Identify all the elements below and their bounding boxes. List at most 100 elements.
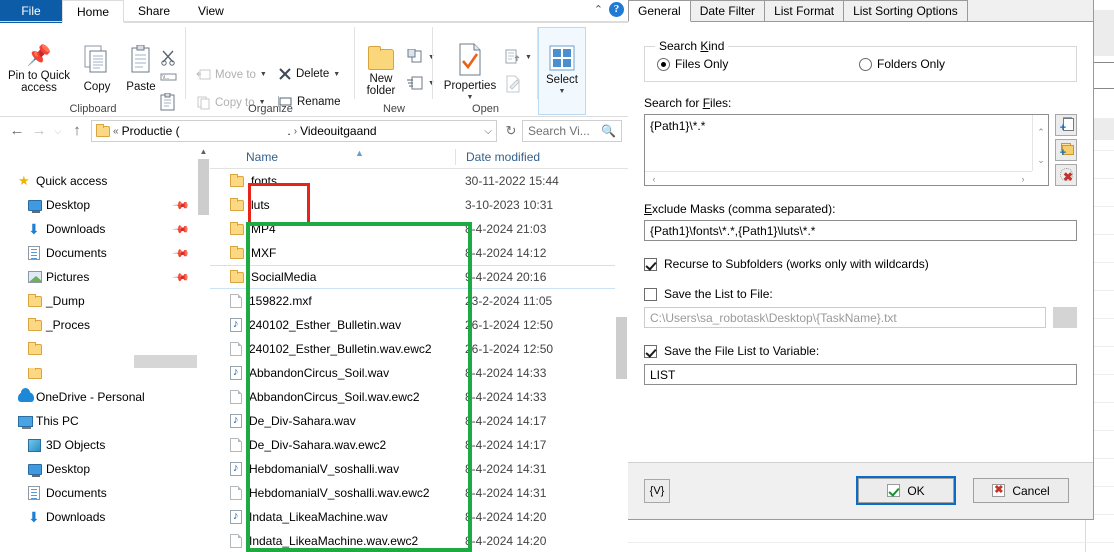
copy-button[interactable]: Copy — [76, 45, 118, 93]
sidebar-item-downloads[interactable]: ⬇Downloads — [0, 505, 210, 529]
save-list-to-file-input[interactable]: C:\Users\sa_robotask\Desktop\{TaskName}.… — [644, 307, 1046, 328]
help-icon[interactable]: ? — [609, 2, 624, 17]
add-file-button[interactable]: + — [1055, 114, 1077, 136]
properties-button[interactable]: Properties ▼ — [435, 43, 505, 104]
ribbon-tab-view[interactable]: View — [184, 0, 238, 23]
nav-hscroll-thumb[interactable] — [0, 355, 134, 368]
ok-button[interactable]: OK — [858, 478, 954, 503]
easy-access-button[interactable]: ▼ — [407, 75, 435, 91]
cancel-button[interactable]: ✖ Cancel — [973, 478, 1069, 503]
file-list-scroll-thumb[interactable] — [616, 317, 627, 379]
search-icon[interactable]: 🔍 — [601, 124, 616, 138]
scroll-right-arrow-icon[interactable]: › — [1016, 172, 1030, 186]
pin-to-quick-access-button[interactable]: 📌 Pin to Quick access — [6, 45, 72, 94]
variable-name-input[interactable]: LIST — [644, 364, 1077, 385]
pin-icon[interactable]: 📌 — [172, 196, 191, 215]
sidebar-item-this-pc[interactable]: This PC — [0, 409, 210, 433]
edit-button[interactable] — [505, 75, 521, 93]
scroll-up-arrow-icon[interactable]: ▲ — [197, 145, 210, 159]
new-folder-button[interactable]: New folder — [357, 45, 405, 97]
chevron-down-icon[interactable]: ▼ — [260, 71, 267, 78]
nav-vertical-scrollbar[interactable]: ▲ — [197, 145, 210, 552]
scroll-up-arrow-icon[interactable]: ⌃ — [1033, 125, 1049, 139]
radio-files-only[interactable]: Files Only — [657, 57, 859, 71]
ribbon-tab-share[interactable]: Share — [124, 0, 184, 23]
chevron-down-icon[interactable]: ▼ — [538, 86, 586, 98]
open-button[interactable]: ▼ — [505, 49, 532, 65]
pin-icon[interactable]: 📌 — [172, 244, 191, 263]
breadcrumb-segment-videouitgaand[interactable]: Videouitgaand — [300, 124, 377, 138]
exclude-masks-input[interactable]: {Path1}\fonts\*.*,{Path1}\luts\*.* — [644, 220, 1077, 241]
tab-list-format[interactable]: List Format — [764, 0, 844, 22]
sidebar-item-dump[interactable]: _Dump — [0, 289, 210, 313]
move-to-button[interactable]: Move to ▼ — [196, 67, 267, 82]
scroll-left-arrow-icon[interactable]: ‹ — [647, 172, 661, 186]
table-row[interactable]: Indata_LikeaMachine.wav8-4-2024 14:20 — [210, 505, 628, 529]
column-header-date-modified[interactable]: Date modified — [455, 149, 540, 165]
save-list-to-variable-checkbox[interactable]: Save the File List to Variable: — [644, 344, 1077, 358]
table-row[interactable]: Indata_LikeaMachine.wav.ewc28-4-2024 14:… — [210, 529, 628, 552]
memo-vertical-scrollbar[interactable]: ⌃ ⌄ — [1032, 115, 1048, 171]
table-row[interactable]: De_Div-Sahara.wav8-4-2024 14:17 — [210, 409, 628, 433]
table-row[interactable]: fonts30-11-2022 15:44 — [210, 169, 628, 193]
table-row[interactable]: SocialMedia9-4-2024 20:16 — [210, 265, 628, 289]
pin-icon[interactable]: 📌 — [172, 268, 191, 287]
radio-files-only-indicator[interactable] — [657, 58, 670, 71]
table-row[interactable]: MP48-4-2024 21:03 — [210, 217, 628, 241]
refresh-button[interactable]: ↻ — [500, 120, 522, 142]
scroll-down-arrow-icon[interactable]: ⌄ — [1033, 153, 1049, 167]
sidebar-item-3d-objects[interactable]: 3D Objects — [0, 433, 210, 457]
table-row[interactable]: 240102_Esther_Bulletin.wav.ewc226-1-2024… — [210, 337, 628, 361]
table-row[interactable]: MXF8-4-2024 14:12 — [210, 241, 628, 265]
tab-list-sorting-options[interactable]: List Sorting Options — [843, 0, 968, 22]
sidebar-item-proces[interactable]: _Proces — [0, 313, 210, 337]
ribbon-tab-home[interactable]: Home — [62, 0, 124, 23]
chevron-down-icon[interactable]: ▼ — [333, 71, 340, 78]
insert-variable-button[interactable]: {V} — [644, 479, 670, 503]
table-row[interactable]: 159822.mxf23-2-2024 11:05 — [210, 289, 628, 313]
file-list-scrollbar[interactable] — [615, 169, 628, 552]
add-folder-button[interactable]: + — [1055, 139, 1077, 161]
table-row[interactable]: AbbandonCircus_Soil.wav.ewc28-4-2024 14:… — [210, 385, 628, 409]
cut-button[interactable] — [160, 49, 177, 66]
search-input[interactable]: Search Vi... 🔍 — [522, 120, 622, 142]
save-list-to-file-checkbox-indicator[interactable] — [644, 288, 657, 301]
pin-icon[interactable]: 📌 — [172, 220, 191, 239]
search-for-files-textarea[interactable]: {Path1}\*.* ⌃ ⌄ ‹ › — [644, 114, 1049, 186]
back-button[interactable]: ← — [6, 120, 28, 142]
tab-date-filter[interactable]: Date Filter — [690, 0, 765, 22]
breadcrumb-dropdown-icon[interactable]: ⌵ — [484, 126, 492, 137]
save-list-to-file-checkbox[interactable]: Save the List to File: — [644, 287, 1077, 301]
delete-button[interactable]: Delete ▼ — [278, 67, 340, 81]
column-header-name[interactable]: Name ▲ — [210, 150, 455, 164]
recent-locations-button[interactable]: ⌵ — [50, 120, 66, 142]
select-button[interactable]: Select ▼ — [538, 45, 586, 98]
sidebar-item-pictures[interactable]: Pictures📌 — [0, 265, 210, 289]
table-row[interactable]: HebdomanialV_soshalli.wav.ewc28-4-2024 1… — [210, 481, 628, 505]
chevron-down-icon[interactable]: ▼ — [525, 54, 532, 61]
sidebar-item-downloads[interactable]: ⬇Downloads📌 — [0, 217, 210, 241]
sidebar-item-documents[interactable]: Documents — [0, 481, 210, 505]
sidebar-item-desktop[interactable]: Desktop — [0, 457, 210, 481]
nav-vscroll-thumb[interactable] — [198, 159, 209, 215]
recurse-checkbox-indicator[interactable] — [644, 258, 657, 271]
tab-general[interactable]: General — [628, 0, 691, 22]
radio-folders-only[interactable]: Folders Only — [859, 57, 945, 71]
save-list-to-variable-checkbox-indicator[interactable] — [644, 345, 657, 358]
breadcrumb[interactable]: « Productie ( . › Videouitgaand ⌵ — [91, 120, 497, 142]
sidebar-item-onedrive-personal[interactable]: OneDrive - Personal — [0, 385, 210, 409]
new-item-button[interactable]: ▼ — [407, 49, 435, 65]
breadcrumb-chevron-icon[interactable]: › — [294, 126, 297, 137]
sidebar-item-documents[interactable]: Documents📌 — [0, 241, 210, 265]
paste-button[interactable]: Paste — [120, 45, 162, 93]
nav-horizontal-scrollbar[interactable] — [0, 355, 197, 368]
memo-horizontal-scrollbar[interactable]: ‹ › — [645, 171, 1032, 185]
breadcrumb-segment-productie[interactable]: Productie ( — [122, 124, 180, 138]
clear-list-button[interactable]: ✖ — [1055, 164, 1077, 186]
sidebar-item-quick-access[interactable]: ★Quick access — [0, 169, 210, 193]
table-row[interactable]: 240102_Esther_Bulletin.wav26-1-2024 12:5… — [210, 313, 628, 337]
recurse-to-subfolders-checkbox[interactable]: Recurse to Subfolders (works only with w… — [644, 257, 1077, 271]
copy-path-button[interactable]: \\... — [160, 73, 177, 87]
sidebar-item-desktop[interactable]: Desktop📌 — [0, 193, 210, 217]
table-row[interactable]: De_Div-Sahara.wav.ewc28-4-2024 14:17 — [210, 433, 628, 457]
